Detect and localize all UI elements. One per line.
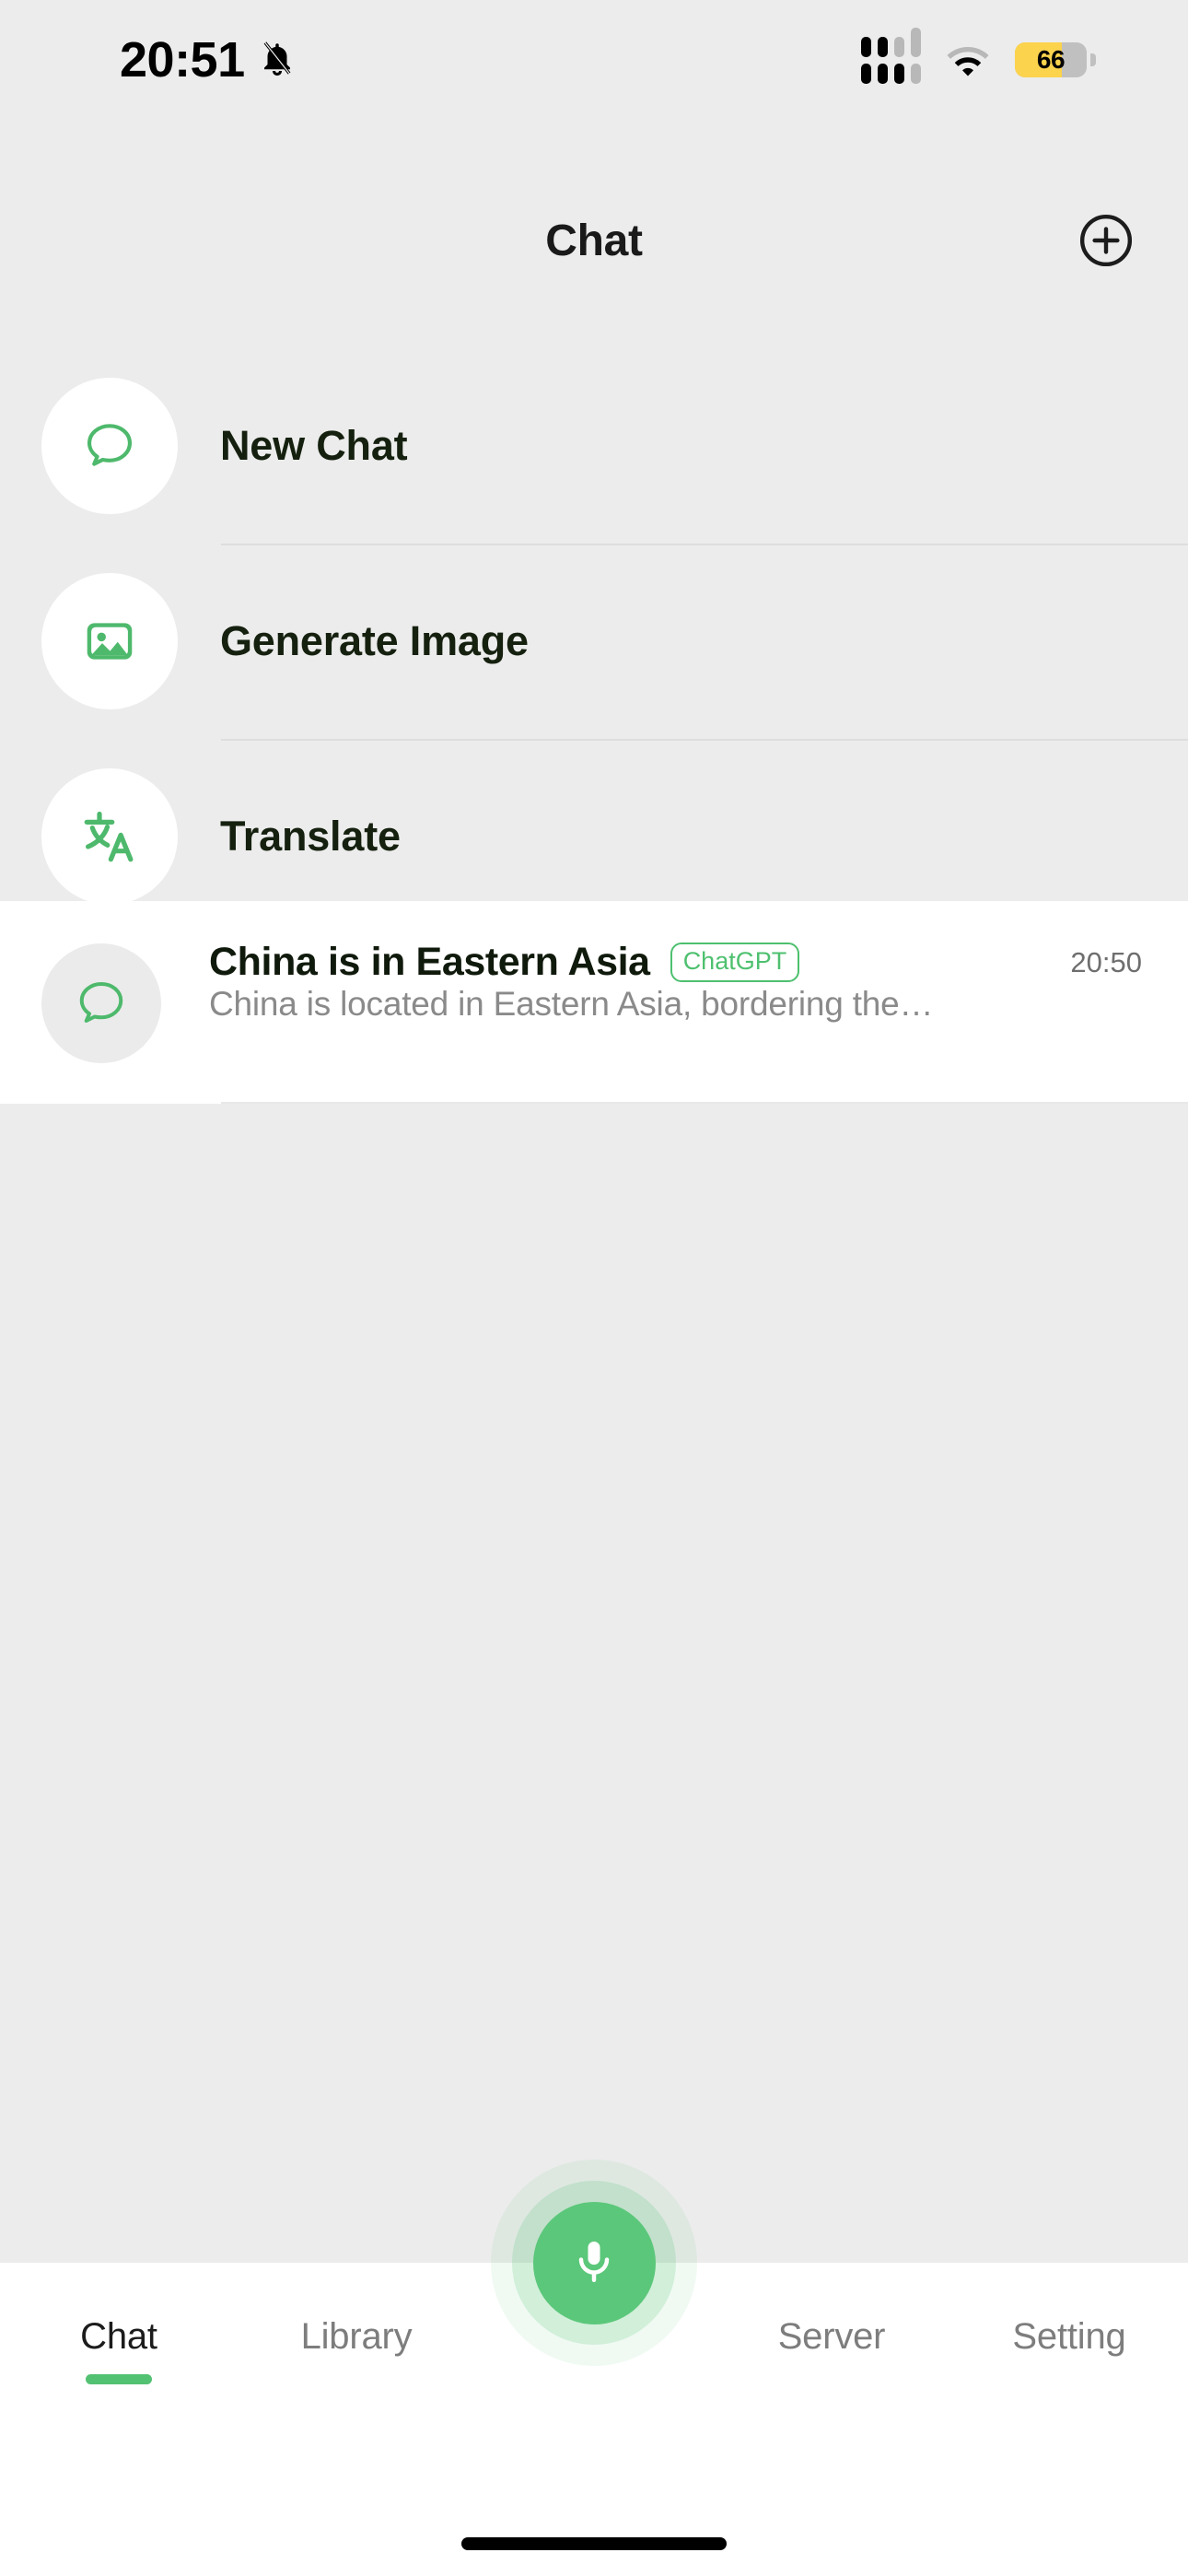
status-bar-left: 20:51 bbox=[120, 35, 297, 85]
action-label: Translate bbox=[220, 813, 401, 860]
bell-slash-icon bbox=[258, 37, 297, 84]
battery-body: 66 bbox=[1015, 42, 1087, 77]
chat-bubble-icon bbox=[41, 943, 161, 1063]
status-bar-right: 66 bbox=[861, 27, 1096, 84]
battery-level-label: 66 bbox=[1036, 45, 1066, 74]
chat-list-item[interactable]: China is in Eastern Asia ChatGPT 20:50 C… bbox=[0, 901, 1188, 1104]
tab-label: Setting bbox=[1012, 2316, 1126, 2357]
app-screen: 20:51 66 Chat New Chat Generate Image Tr… bbox=[0, 0, 1188, 2576]
mic-halo-ring bbox=[512, 2181, 676, 2345]
page-title: Chat bbox=[545, 216, 643, 265]
chat-item-title: China is in Eastern Asia bbox=[209, 940, 650, 984]
nav-header: Chat bbox=[0, 181, 1188, 300]
battery-cap bbox=[1090, 53, 1096, 66]
status-bar-clock: 20:51 bbox=[120, 32, 245, 88]
tab-label: Library bbox=[300, 2316, 413, 2357]
image-icon bbox=[41, 573, 178, 709]
translate-icon bbox=[41, 768, 178, 905]
chat-item-header: China is in Eastern Asia ChatGPT 20:50 bbox=[209, 940, 1142, 985]
action-generate-image[interactable]: Generate Image bbox=[0, 544, 1188, 739]
chat-item-preview: China is located in Eastern Asia, border… bbox=[209, 985, 934, 1023]
voice-record-button[interactable] bbox=[491, 2160, 697, 2366]
chat-history-list: China is in Eastern Asia ChatGPT 20:50 C… bbox=[0, 901, 1188, 1104]
tab-active-indicator bbox=[86, 2374, 152, 2384]
chat-item-timestamp: 20:50 bbox=[1070, 945, 1142, 978]
chat-bubble-icon bbox=[41, 378, 178, 514]
tab-server[interactable]: Server bbox=[713, 2316, 950, 2358]
microphone-icon bbox=[567, 2234, 621, 2292]
quick-action-list: New Chat Generate Image Translate bbox=[0, 348, 1188, 934]
model-badge: ChatGPT bbox=[670, 943, 800, 982]
chat-item-body: China is in Eastern Asia ChatGPT 20:50 C… bbox=[209, 940, 1142, 1024]
tab-chat[interactable]: Chat bbox=[0, 2316, 238, 2384]
wifi-icon bbox=[945, 42, 991, 77]
tab-library[interactable]: Library bbox=[238, 2316, 475, 2358]
cellular-signal-icon bbox=[861, 27, 921, 84]
plus-circle-icon[interactable] bbox=[1077, 212, 1135, 269]
tab-label: Server bbox=[777, 2316, 886, 2357]
action-label: New Chat bbox=[220, 422, 408, 469]
status-bar: 20:51 66 bbox=[0, 0, 1188, 120]
action-label: Generate Image bbox=[220, 617, 529, 664]
mic-button-core bbox=[532, 2201, 656, 2324]
tab-setting[interactable]: Setting bbox=[950, 2316, 1188, 2358]
battery-indicator: 66 bbox=[1015, 42, 1096, 77]
home-indicator bbox=[461, 2537, 727, 2550]
bottom-tab-bar: Chat Library Server Setting bbox=[0, 2160, 1188, 2576]
action-new-chat[interactable]: New Chat bbox=[0, 348, 1188, 544]
tab-label: Chat bbox=[80, 2316, 157, 2357]
